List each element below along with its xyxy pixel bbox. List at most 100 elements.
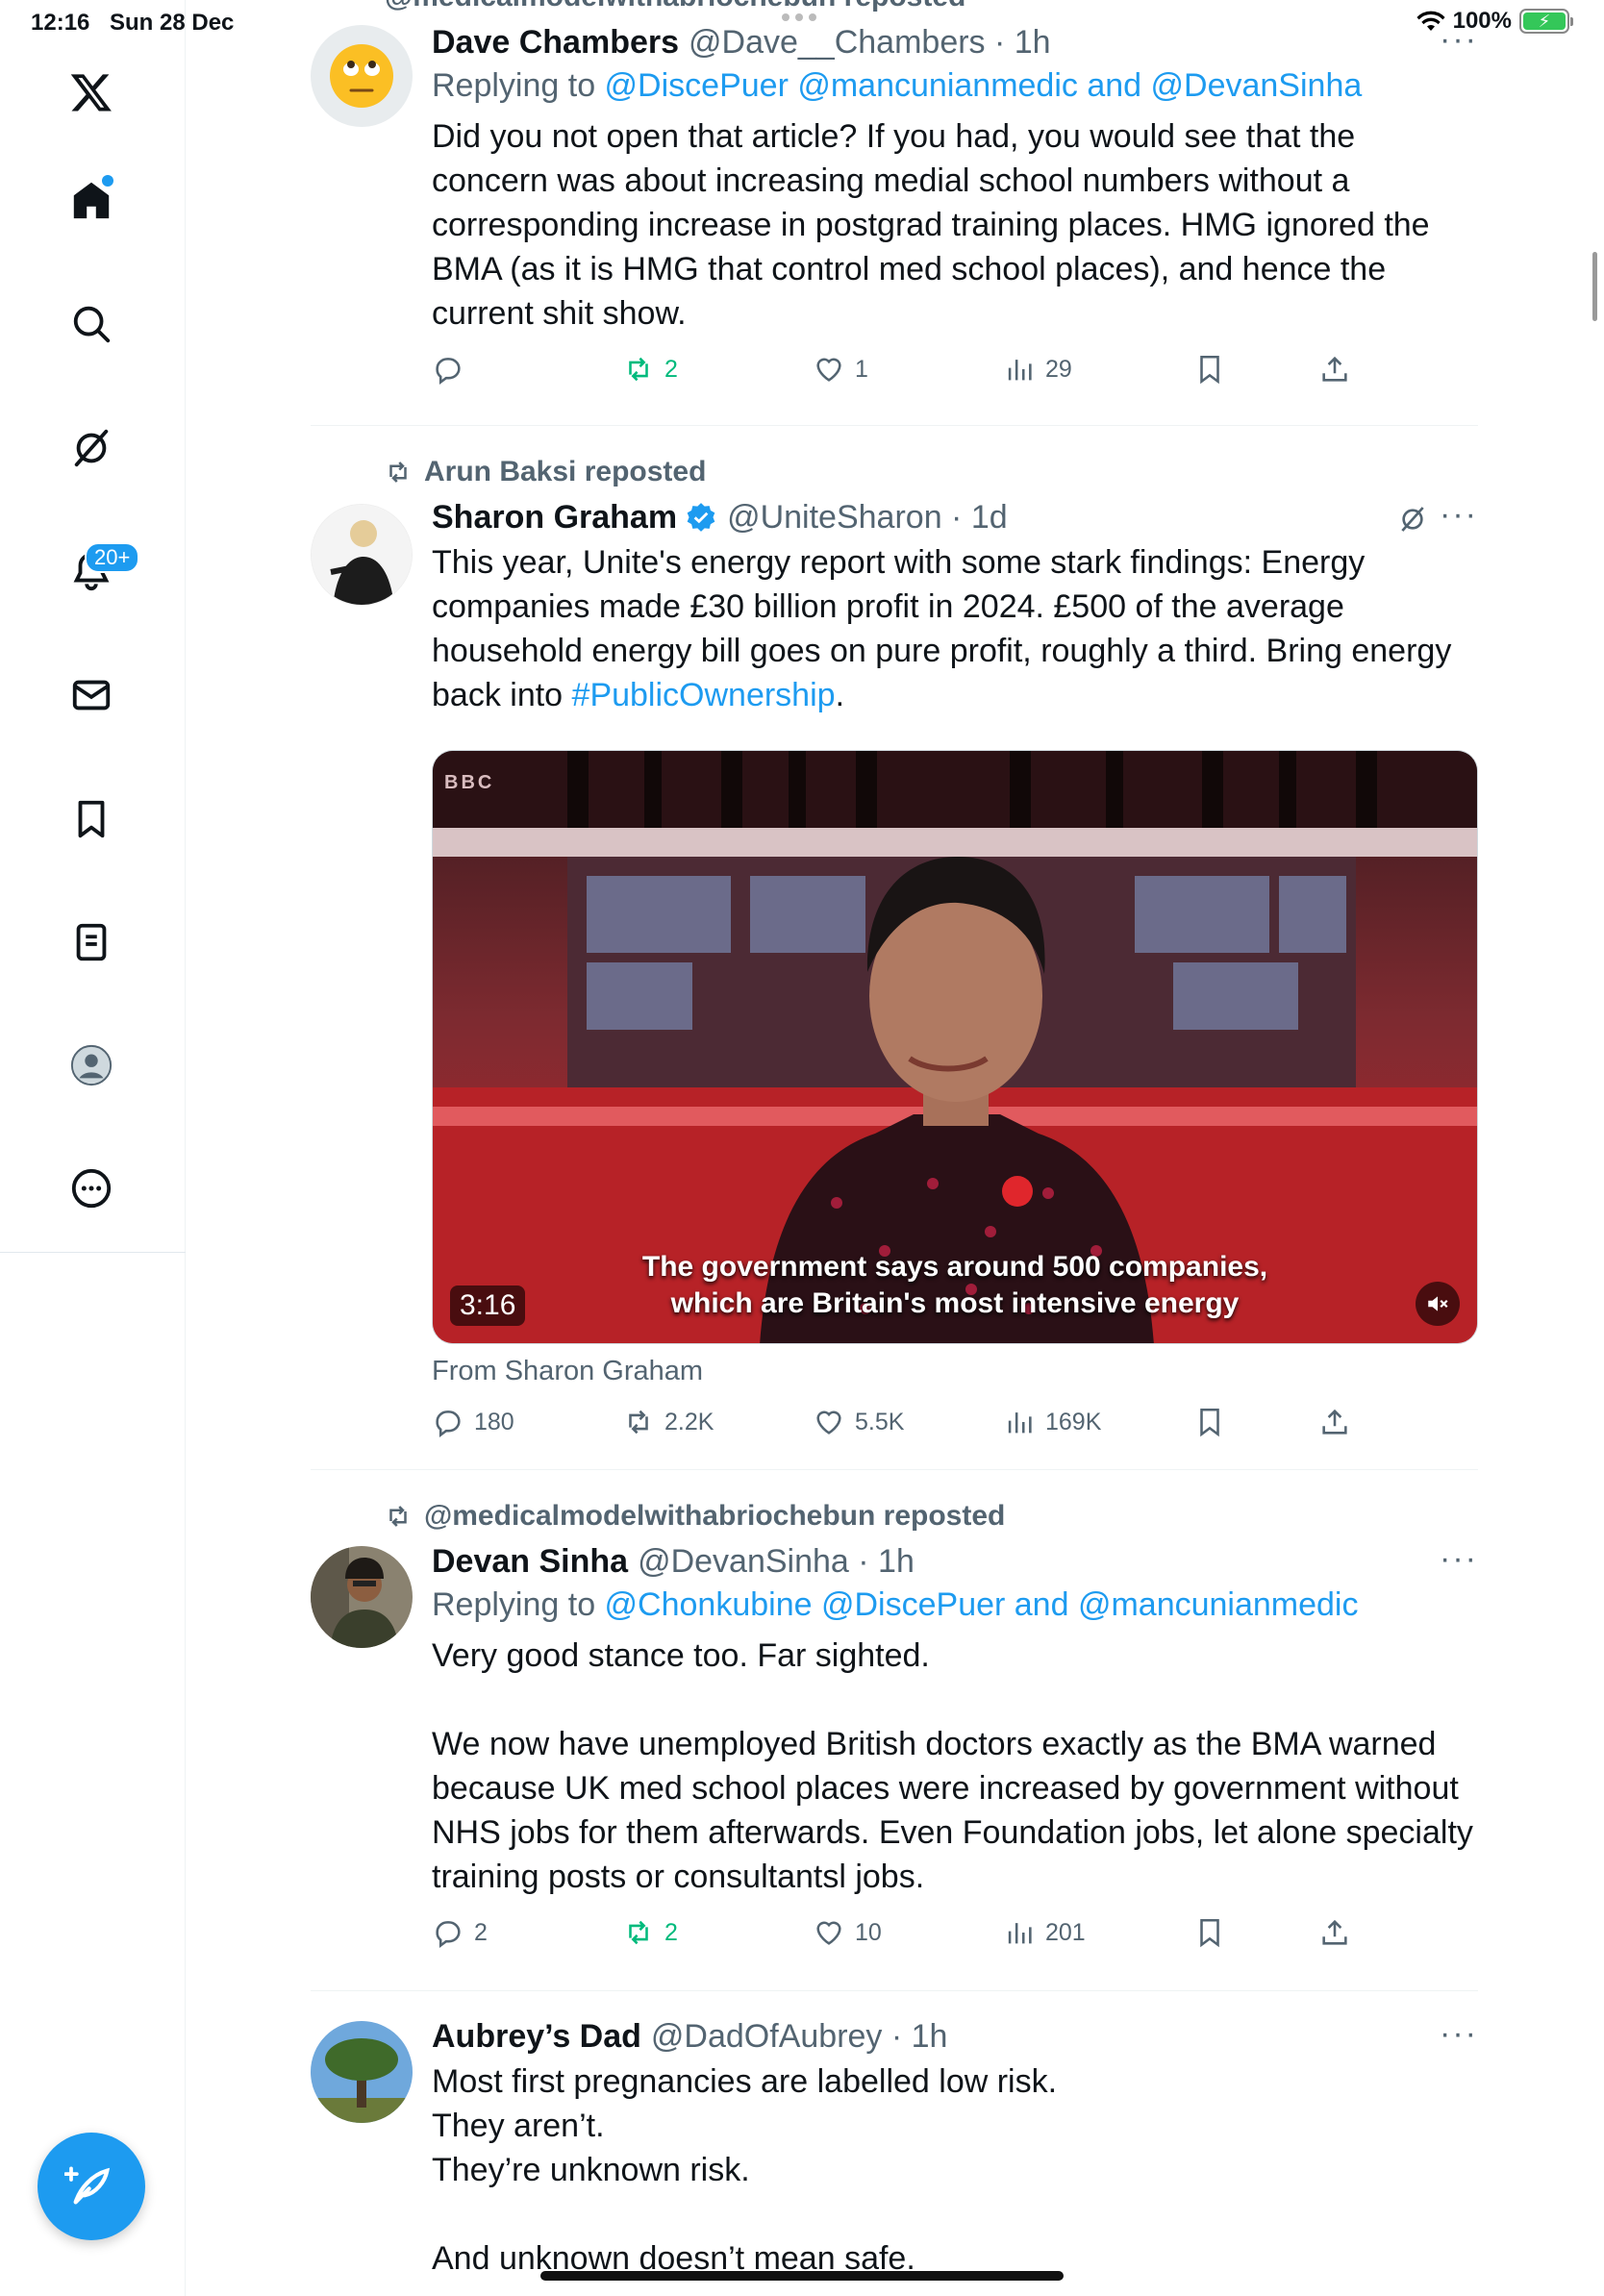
video-caption: The government says around 500 companies… xyxy=(641,1251,1268,1319)
tweet-actions: 2 2 10 201 xyxy=(432,1916,1478,1959)
muted-speaker-icon xyxy=(1428,1296,1448,1311)
avatar[interactable] xyxy=(311,504,413,606)
repost-icon xyxy=(389,462,407,483)
reply-icon xyxy=(436,358,461,386)
handle-and-time[interactable]: @UniteSharon · 1d xyxy=(727,499,1008,537)
like-button[interactable]: 5.5K xyxy=(813,1406,904,1438)
mute-button[interactable] xyxy=(1416,1282,1460,1326)
share-button[interactable] xyxy=(1318,1406,1351,1438)
tweet-actions: 180 2.2K 5.5K 169K xyxy=(432,1406,1478,1448)
more-options-icon[interactable]: ··· xyxy=(1440,2015,1478,2053)
avatar[interactable] xyxy=(311,2021,413,2123)
repost-icon xyxy=(389,1506,407,1527)
tree-photo xyxy=(311,2021,413,2123)
tweet-header: Aubrey’s Dad @DadOfAubrey · 1h xyxy=(432,2015,1478,2058)
more-options-icon[interactable]: ··· xyxy=(1440,21,1478,59)
bookmark-icon xyxy=(1200,1408,1219,1437)
views-chart-icon xyxy=(1008,1412,1032,1434)
views-button[interactable]: 169K xyxy=(1003,1406,1101,1438)
tweet-text-paragraph-2: We now have unemployed British doctors e… xyxy=(432,1726,1473,1895)
bookmark-icon xyxy=(1200,1918,1219,1948)
display-name[interactable]: Sharon Graham xyxy=(432,499,677,537)
home-indicator[interactable] xyxy=(540,2271,1064,2281)
profile-avatar-icon[interactable] xyxy=(61,1035,122,1096)
like-button[interactable]: 10 xyxy=(813,1916,882,1949)
home-unread-dot xyxy=(102,175,113,187)
video-source-label[interactable]: From Sharon Graham xyxy=(432,1356,703,1387)
more-options-icon[interactable] xyxy=(61,1158,122,1219)
more-options-icon[interactable]: ··· xyxy=(1440,1540,1478,1578)
views-chart-icon xyxy=(1008,1923,1032,1944)
repost-indicator: @medicalmodelwithabriochebun reposted xyxy=(384,1500,1005,1533)
repost-icon xyxy=(629,1410,648,1435)
reply-icon xyxy=(436,1921,461,1949)
heart-icon xyxy=(816,1410,841,1435)
tweet-header: Devan Sinha @DevanSinha · 1h xyxy=(432,1540,1478,1583)
repost-indicator: Arun Baksi reposted xyxy=(384,456,706,488)
sidebar: 20+ xyxy=(0,0,186,2296)
bookmarks-icon[interactable] xyxy=(61,788,122,850)
tweet-header: Sharon Graham @UniteSharon · 1d xyxy=(432,496,1478,538)
compose-post-button[interactable] xyxy=(38,2133,145,2240)
multitasking-dots[interactable] xyxy=(782,13,816,21)
tweet-header: Dave Chambers @Dave__Chambers · 1h xyxy=(432,21,1478,63)
lists-icon[interactable] xyxy=(61,911,122,973)
hashtag-link[interactable]: #PublicOwnership xyxy=(572,677,836,713)
search-icon[interactable] xyxy=(61,293,122,355)
reply-to-links[interactable]: @Chonkubine @DiscePuer and @mancunianmed… xyxy=(605,1586,1359,1623)
more-options-icon[interactable]: ··· xyxy=(1440,496,1478,534)
display-name[interactable]: Aubrey’s Dad xyxy=(432,2018,641,2056)
tweet-text-paragraph-1: Very good stance too. Far sighted. xyxy=(432,1637,930,1674)
repost-button[interactable]: 2.2K xyxy=(622,1406,714,1438)
views-button[interactable]: 201 xyxy=(1003,1916,1086,1949)
grok-icon[interactable] xyxy=(61,417,122,479)
devan-sinha-photo xyxy=(311,1546,413,1648)
tweet-text: Did you not open that article? If you ha… xyxy=(432,118,1430,332)
grok-icon[interactable] xyxy=(1397,504,1428,535)
sharon-graham-photo xyxy=(312,505,412,605)
feather-plus-icon xyxy=(64,2166,111,2205)
tweet-sharon-graham[interactable]: Arun Baksi reposted Sharon Graham @Unite… xyxy=(311,450,1478,1469)
tweet-devan-sinha[interactable]: @medicalmodelwithabriochebun reposted De… xyxy=(311,1494,1478,1990)
reply-button[interactable]: 2 xyxy=(432,1916,488,1949)
reply-context: Replying to @DiscePuer @mancunianmedic a… xyxy=(432,67,1363,104)
tweet-dave-chambers[interactable]: Dave Chambers @Dave__Chambers · 1h ··· R… xyxy=(311,21,1478,425)
share-button[interactable] xyxy=(1318,1916,1351,1949)
repost-button[interactable]: 2 xyxy=(622,353,678,386)
reply-button[interactable] xyxy=(432,353,474,386)
handle-and-time[interactable]: @Dave__Chambers · 1h xyxy=(689,24,1051,62)
like-button[interactable]: 1 xyxy=(813,353,868,386)
bookmark-button[interactable] xyxy=(1193,353,1226,386)
repost-icon xyxy=(629,1920,648,1945)
x-logo-icon[interactable] xyxy=(61,62,122,123)
repost-icon xyxy=(629,357,648,382)
messages-icon[interactable] xyxy=(61,664,122,726)
reply-to-links[interactable]: @DiscePuer @mancunianmedic and @DevanSin… xyxy=(605,67,1363,104)
bookmark-button[interactable] xyxy=(1193,1916,1226,1949)
tweet-text: This year, Unite's energy report with so… xyxy=(432,544,1452,713)
views-button[interactable]: 29 xyxy=(1003,353,1072,386)
reply-button[interactable]: 180 xyxy=(432,1406,514,1438)
handle-and-time[interactable]: @DevanSinha · 1h xyxy=(638,1543,915,1581)
reply-icon xyxy=(436,1410,461,1438)
views-chart-icon xyxy=(1008,360,1032,381)
tweet-aubreys-dad[interactable]: Aubrey’s Dad @DadOfAubrey · 1h ··· Most … xyxy=(311,2015,1478,2296)
share-icon xyxy=(1322,356,1347,382)
share-icon xyxy=(1322,1919,1347,1945)
repost-indicator-partial: @medicalmodelwithabriochebun reposted xyxy=(385,0,965,13)
bookmark-button[interactable] xyxy=(1193,1406,1226,1438)
display-name[interactable]: Devan Sinha xyxy=(432,1543,628,1581)
reply-context: Replying to @Chonkubine @DiscePuer and @… xyxy=(432,1586,1359,1623)
scrollbar[interactable] xyxy=(1592,252,1597,321)
avatar[interactable] xyxy=(311,1546,413,1648)
video-duration: 3:16 xyxy=(450,1285,526,1326)
bookmark-icon xyxy=(1200,355,1219,385)
video-player[interactable]: BBC The government says around 500 compa… xyxy=(432,750,1478,1344)
heart-icon xyxy=(816,1921,841,1945)
handle-and-time[interactable]: @DadOfAubrey · 1h xyxy=(651,2018,948,2056)
repost-button[interactable]: 2 xyxy=(622,1916,678,1949)
share-button[interactable] xyxy=(1318,353,1351,386)
battery-icon: ⚡ xyxy=(1519,9,1573,34)
avatar[interactable] xyxy=(311,25,413,127)
display-name[interactable]: Dave Chambers xyxy=(432,24,679,62)
